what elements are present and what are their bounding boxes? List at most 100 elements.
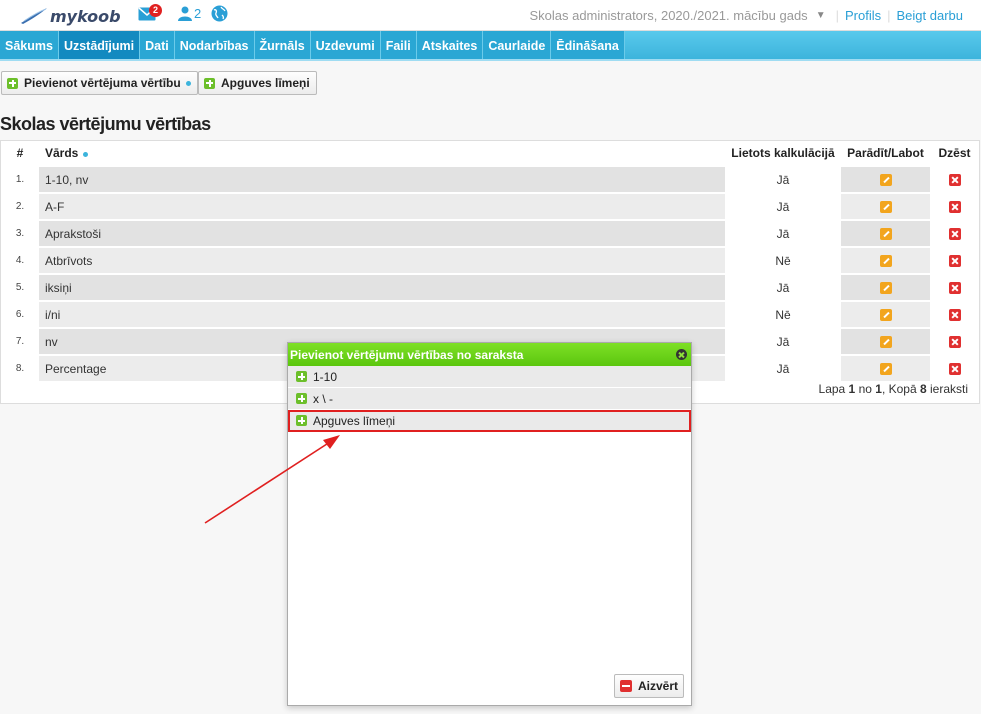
row-calc: Jā xyxy=(725,165,841,192)
plus-icon xyxy=(296,393,307,404)
row-name: Atbrīvots xyxy=(39,246,725,273)
row-number: 5. xyxy=(1,273,39,300)
dialog-item-label: Apguves līmeņi xyxy=(313,413,396,428)
top-bar: mykoob 2 2 Skolas administrators, 2020./… xyxy=(0,0,981,31)
levels-label: Apguves līmeņi xyxy=(221,76,310,90)
row-calc: Nē xyxy=(725,300,841,327)
dropdown-dot-icon xyxy=(185,80,191,86)
edit-cell xyxy=(841,354,930,381)
column-header-name[interactable]: Vārds xyxy=(39,141,725,165)
edit-icon[interactable] xyxy=(879,228,892,241)
row-name: Aprakstoši xyxy=(39,219,725,246)
table-row: 6. i/ni Nē xyxy=(1,300,979,327)
dialog-item-label: x \ - xyxy=(313,391,333,406)
chevron-down-icon[interactable]: ▼ xyxy=(816,10,826,21)
dialog-list-item-highlighted[interactable]: Apguves līmeņi xyxy=(288,410,691,432)
nav-item-edinasana[interactable]: Ēdināšana xyxy=(551,31,625,59)
pager-info: Lapa 1 no 1, Kopā 8 ieraksti xyxy=(819,382,968,396)
main-nav: Sākums Uzstādījumi Dati Nodarbības Žurnā… xyxy=(0,31,981,61)
edit-icon[interactable] xyxy=(879,363,892,376)
edit-icon[interactable] xyxy=(879,282,892,295)
logout-link[interactable]: Beigt darbu xyxy=(893,8,968,23)
pager-prefix: Lapa xyxy=(818,382,849,396)
table-row: 1. 1-10, nv Jā xyxy=(1,165,979,192)
nav-item-uzdevumi[interactable]: Uzdevumi xyxy=(311,31,381,59)
delete-cell xyxy=(930,165,979,192)
delete-icon[interactable] xyxy=(948,282,961,295)
dialog-header: Pievienot vērtējumu vērtības no saraksta xyxy=(288,343,691,366)
add-value-label: Pievienot vērtējuma vērtību xyxy=(24,76,181,90)
top-icons: 2 2 xyxy=(138,3,228,22)
nav-item-atskaites[interactable]: Atskaites xyxy=(417,31,484,59)
mail-badge: 2 xyxy=(149,3,162,17)
pager-mid2: , Kopā xyxy=(881,382,920,396)
nav-item-zurnals[interactable]: Žurnāls xyxy=(255,31,311,59)
table-header: # Vārds Lietots kalkulācijā Parādīt/Labo… xyxy=(1,141,979,165)
table-row: 5. iksiņi Jā xyxy=(1,273,979,300)
delete-cell xyxy=(930,354,979,381)
delete-cell xyxy=(930,246,979,273)
row-number: 6. xyxy=(1,300,39,327)
edit-icon[interactable] xyxy=(879,336,892,349)
nav-item-sakums[interactable]: Sākums xyxy=(0,31,59,59)
plus-icon xyxy=(296,371,307,382)
globe-icon xyxy=(211,5,228,22)
edit-cell xyxy=(841,165,930,192)
school-year-label[interactable]: Skolas administrators, 2020./2021. mācīb… xyxy=(529,8,807,23)
delete-icon[interactable] xyxy=(948,309,961,322)
users-count: 2 xyxy=(194,6,202,21)
logo[interactable]: mykoob xyxy=(20,3,121,29)
edit-icon[interactable] xyxy=(879,309,892,322)
users-button[interactable]: 2 xyxy=(178,6,201,21)
user-icon xyxy=(178,6,192,21)
levels-button[interactable]: Apguves līmeņi xyxy=(198,71,317,95)
table-row: 2. A-F Jā xyxy=(1,192,979,219)
delete-icon[interactable] xyxy=(948,363,961,376)
profile-link[interactable]: Profils xyxy=(841,8,885,23)
edit-icon[interactable] xyxy=(879,255,892,268)
row-calc: Jā xyxy=(725,192,841,219)
nav-item-uzstadijumi[interactable]: Uzstādījumi xyxy=(58,31,141,59)
row-number: 3. xyxy=(1,219,39,246)
column-header-edit: Parādīt/Labot xyxy=(847,146,924,160)
row-calc: Jā xyxy=(725,354,841,381)
row-calc: Jā xyxy=(725,219,841,246)
delete-icon[interactable] xyxy=(948,228,961,241)
row-number: 2. xyxy=(1,192,39,219)
delete-cell xyxy=(930,273,979,300)
nav-item-nodarbibas[interactable]: Nodarbības xyxy=(175,31,255,59)
delete-icon[interactable] xyxy=(948,336,961,349)
minus-icon xyxy=(619,680,632,692)
row-name: i/ni xyxy=(39,300,725,327)
row-number: 1. xyxy=(1,165,39,192)
delete-icon[interactable] xyxy=(948,201,961,214)
close-icon[interactable] xyxy=(676,349,687,360)
delete-icon[interactable] xyxy=(948,174,961,187)
nav-item-dati[interactable]: Dati xyxy=(140,31,175,59)
dialog-list-item[interactable]: 1-10 xyxy=(288,366,691,388)
column-header-name-label: Vārds xyxy=(45,146,79,160)
column-header-delete: Dzēst xyxy=(938,146,971,160)
edit-icon[interactable] xyxy=(879,201,892,214)
dialog-item-label: 1-10 xyxy=(313,369,338,384)
edit-cell xyxy=(841,273,930,300)
delete-cell xyxy=(930,300,979,327)
edit-icon[interactable] xyxy=(879,174,892,187)
delete-icon[interactable] xyxy=(948,255,961,268)
sort-dot-icon xyxy=(83,152,89,157)
pager-pages: 1 xyxy=(875,382,882,396)
close-button[interactable]: Aizvērt xyxy=(613,674,684,698)
pager-suffix: ieraksti xyxy=(926,382,968,396)
dialog-list-item[interactable]: x \ - xyxy=(288,388,691,410)
plus-icon xyxy=(7,77,18,89)
nav-item-caurlaide[interactable]: Caurlaide xyxy=(483,31,552,59)
logo-swoosh-icon xyxy=(21,8,47,24)
logo-text: mykoob xyxy=(50,6,121,26)
add-value-button[interactable]: Pievienot vērtējuma vērtību xyxy=(1,71,198,95)
mail-button[interactable]: 2 xyxy=(138,3,162,21)
nav-item-faili[interactable]: Faili xyxy=(381,31,417,59)
row-name: A-F xyxy=(39,192,725,219)
language-button[interactable] xyxy=(211,5,228,22)
edit-cell xyxy=(841,327,930,354)
divider: | xyxy=(887,8,891,23)
